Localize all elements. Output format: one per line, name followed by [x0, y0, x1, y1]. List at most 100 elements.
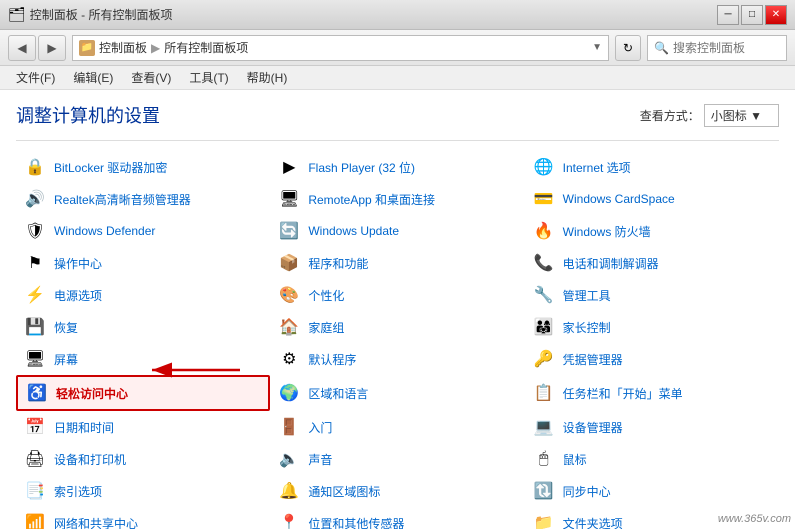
- minimize-button[interactable]: ─: [717, 5, 739, 25]
- location-label: 位置和其他传感器: [308, 515, 404, 529]
- index-label: 索引选项: [54, 483, 102, 500]
- separator: [16, 140, 779, 141]
- phone-label: 电话和调制解调器: [563, 255, 659, 272]
- view-control: 查看方式： 小图标 ▼: [640, 104, 779, 127]
- back-button[interactable]: ◀: [8, 35, 36, 61]
- grid-item-sync[interactable]: 🔃同步中心: [525, 475, 779, 507]
- grid-item-location[interactable]: 📍位置和其他传感器: [270, 507, 524, 529]
- screen-icon: 🖥: [24, 348, 46, 370]
- network-icon: 📶: [24, 512, 46, 529]
- phone-icon: 📞: [533, 252, 555, 274]
- grid-item-sound[interactable]: 🔈声音: [270, 443, 524, 475]
- maximize-button[interactable]: □: [741, 5, 763, 25]
- notify-icon: 🔔: [278, 480, 300, 502]
- grid-item-credentials[interactable]: 🔑 凭据管理器: [525, 343, 779, 375]
- firewall-label: Windows 防火墙: [563, 223, 651, 240]
- menu-edit[interactable]: 编辑(E): [65, 67, 121, 88]
- grid-item-network[interactable]: 📶 网络和共享中心: [16, 507, 270, 529]
- internet-label: Internet 选项: [563, 159, 631, 176]
- grid-item-manage[interactable]: 🔧管理工具: [525, 279, 779, 311]
- grid-item-update[interactable]: 🔄Windows Update: [270, 215, 524, 247]
- credentials-label: 凭据管理器: [563, 351, 623, 368]
- action-icon: ⚑: [24, 252, 46, 274]
- flash-label: Flash Player (32 位): [308, 159, 415, 176]
- grid-item-recovery[interactable]: 💾恢复: [16, 311, 270, 343]
- grid-item-notify[interactable]: 🔔 通知区域图标: [270, 475, 524, 507]
- grid-item-bitlocker[interactable]: 🔒BitLocker 驱动器加密: [16, 151, 270, 183]
- sound-label: 声音: [308, 451, 332, 468]
- remoteapp-icon: 🖥: [278, 188, 300, 210]
- grid-item-taskbar[interactable]: 📋任务栏和「开始」菜单: [525, 375, 779, 411]
- content-area: 调整计算机的设置 查看方式： 小图标 ▼ 🔒BitLocker 驱动器加密 ▶ Fl…: [0, 90, 795, 529]
- parental-icon: 👨‍👩‍👧: [533, 316, 555, 338]
- screen-label: 屏幕: [54, 351, 78, 368]
- grid-item-entrance[interactable]: 🚪入门: [270, 411, 524, 443]
- grid-item-easyaccess[interactable]: ♿轻松访问中心: [16, 375, 270, 411]
- forward-button[interactable]: ▶: [38, 35, 66, 61]
- page-title: 调整计算机的设置: [16, 102, 160, 128]
- folder-label: 文件夹选项: [563, 515, 623, 529]
- homegroup-label: 家庭组: [308, 319, 344, 336]
- remoteapp-label: RemoteApp 和桌面连接: [308, 191, 435, 208]
- grid-item-phone[interactable]: 📞 电话和调制解调器: [525, 247, 779, 279]
- refresh-button[interactable]: ↻: [615, 35, 641, 61]
- grid-item-action[interactable]: ⚑ 操作中心: [16, 247, 270, 279]
- flash-icon: ▶: [278, 156, 300, 178]
- grid-item-internet[interactable]: 🌐Internet 选项: [525, 151, 779, 183]
- page-header: 调整计算机的设置 查看方式： 小图标 ▼: [16, 102, 779, 128]
- search-input[interactable]: [673, 41, 780, 55]
- personalize-label: 个性化: [308, 287, 344, 304]
- view-label: 查看方式：: [640, 107, 700, 124]
- power-icon: ⚡: [24, 284, 46, 306]
- grid-item-personalize[interactable]: 🎨个性化: [270, 279, 524, 311]
- defender-label: Windows Defender: [54, 224, 155, 238]
- menu-file[interactable]: 文件(F): [8, 67, 63, 88]
- menu-view[interactable]: 查看(V): [123, 67, 179, 88]
- grid-item-remoteapp[interactable]: 🖥 RemoteApp 和桌面连接: [270, 183, 524, 215]
- menu-tools[interactable]: 工具(T): [181, 67, 236, 88]
- grid-item-date[interactable]: 📅日期和时间: [16, 411, 270, 443]
- grid-item-default[interactable]: ⚙默认程序: [270, 343, 524, 375]
- address-bar[interactable]: 📁 控制面板 ▶ 所有控制面板项 ▼: [72, 35, 609, 61]
- grid-item-mouse[interactable]: 🖱鼠标: [525, 443, 779, 475]
- grid-item-homegroup[interactable]: 🏠 家庭组: [270, 311, 524, 343]
- close-button[interactable]: ✕: [765, 5, 787, 25]
- grid-item-realtek[interactable]: 🔊Realtek高清晰音频管理器: [16, 183, 270, 215]
- nav-arrows: ◀ ▶: [8, 35, 66, 61]
- mouse-icon: 🖱: [533, 448, 555, 470]
- grid-item-parental[interactable]: 👨‍👩‍👧 家长控制: [525, 311, 779, 343]
- credentials-icon: 🔑: [533, 348, 555, 370]
- grid-item-screen[interactable]: 🖥 屏幕: [16, 343, 270, 375]
- grid-item-firewall[interactable]: 🔥 Windows 防火墙: [525, 215, 779, 247]
- firewall-icon: 🔥: [533, 220, 555, 242]
- menu-help[interactable]: 帮助(H): [239, 67, 296, 88]
- address-location: 所有控制面板项: [164, 39, 248, 56]
- bitlocker-icon: 🔒: [24, 156, 46, 178]
- sync-label: 同步中心: [563, 483, 611, 500]
- cardspace-icon: 💳: [533, 188, 555, 210]
- grid-item-device-printer[interactable]: 🖨设备和打印机: [16, 443, 270, 475]
- parental-label: 家长控制: [563, 319, 611, 336]
- address-dropdown[interactable]: ▼: [592, 42, 602, 53]
- grid-item-region[interactable]: 🌍区域和语言: [270, 375, 524, 411]
- homegroup-icon: 🏠: [278, 316, 300, 338]
- index-icon: 📑: [24, 480, 46, 502]
- search-bar[interactable]: 🔍: [647, 35, 787, 61]
- grid-item-programs[interactable]: 📦程序和功能: [270, 247, 524, 279]
- recovery-icon: 💾: [24, 316, 46, 338]
- device-mgr-label: 设备管理器: [563, 419, 623, 436]
- network-label: 网络和共享中心: [54, 515, 138, 529]
- grid-item-index[interactable]: 📑 索引选项: [16, 475, 270, 507]
- grid-item-device-mgr[interactable]: 💻设备管理器: [525, 411, 779, 443]
- address-path: 控制面板: [99, 39, 147, 56]
- action-label: 操作中心: [54, 255, 102, 272]
- grid-item-defender[interactable]: 🛡Windows Defender: [16, 215, 270, 247]
- view-mode-dropdown[interactable]: 小图标 ▼: [704, 104, 779, 127]
- power-label: 电源选项: [54, 287, 102, 304]
- entrance-label: 入门: [308, 419, 332, 436]
- grid-item-power[interactable]: ⚡ 电源选项: [16, 279, 270, 311]
- notify-label: 通知区域图标: [308, 483, 380, 500]
- menu-bar: 文件(F) 编辑(E) 查看(V) 工具(T) 帮助(H): [0, 66, 795, 90]
- grid-item-cardspace[interactable]: 💳Windows CardSpace: [525, 183, 779, 215]
- grid-item-flash[interactable]: ▶ Flash Player (32 位): [270, 151, 524, 183]
